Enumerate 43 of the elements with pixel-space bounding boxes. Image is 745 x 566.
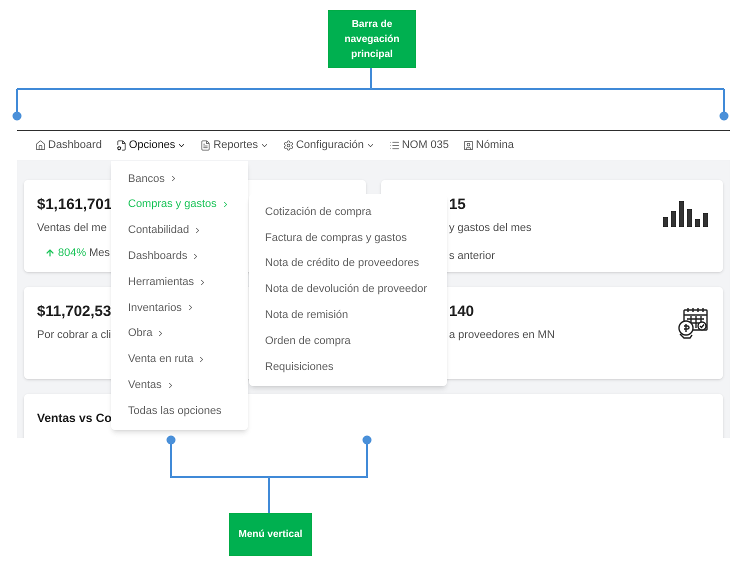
document-icon xyxy=(200,140,212,151)
menu-item[interactable]: Todas las opciones xyxy=(111,398,248,424)
submenu-item[interactable]: Nota de devolución de proveedor xyxy=(249,276,447,303)
stat-caption: a proveedores en MN xyxy=(449,328,555,343)
contact-card-icon xyxy=(462,140,474,151)
nav-item[interactable]: Nómina xyxy=(462,137,514,154)
menu-item[interactable]: Venta en ruta xyxy=(111,346,248,372)
bar-chart-icon xyxy=(663,199,709,227)
submenu-item[interactable]: Nota de crédito de proveedores xyxy=(249,250,447,277)
nav-item[interactable]: Dashboard xyxy=(35,137,102,154)
stat-caption: y gastos del mes xyxy=(449,221,532,236)
menu-item[interactable]: Ventas xyxy=(111,372,248,398)
submenu-item[interactable]: Factura de compras y gastos xyxy=(249,224,447,251)
menu-item[interactable]: Contabilidad xyxy=(111,218,248,244)
stat-caption: Por cobrar a cli xyxy=(37,328,112,343)
nav-item[interactable]: Opciones xyxy=(116,137,186,154)
menu-item[interactable]: Obra xyxy=(111,320,248,347)
card-title: Ventas vs Co xyxy=(37,411,112,425)
stat-note: s anterior xyxy=(449,248,496,264)
submenu-item[interactable]: Requisiciones xyxy=(249,354,447,380)
trend-label: Mes xyxy=(89,246,110,260)
trend-value: 804% xyxy=(58,246,86,260)
nav-item[interactable]: NOM 035 xyxy=(388,137,449,154)
callout-label: Barra de navegación principal xyxy=(328,10,416,68)
menu-item[interactable]: Inventarios xyxy=(111,294,248,321)
stat-amount: 15 xyxy=(449,195,467,215)
menu-item[interactable]: Bancos xyxy=(111,166,248,192)
stat-caption: Ventas del me xyxy=(37,221,108,236)
file-gear-icon xyxy=(116,140,127,151)
stat-amount: $11,702,53 xyxy=(37,302,112,322)
arrow-up-icon xyxy=(45,248,55,258)
settings-icon xyxy=(282,140,294,151)
stat-amount: $1,161,701 xyxy=(37,195,112,215)
submenu-item[interactable]: Nota de remisión xyxy=(249,302,447,328)
nav-item[interactable]: Configuración xyxy=(282,137,375,154)
submenu-item[interactable]: Orden de compra xyxy=(249,328,447,354)
stat-amount: 140 xyxy=(449,302,476,322)
menu-item[interactable]: Herramientas xyxy=(111,269,248,295)
menu-item[interactable]: Dashboards xyxy=(111,243,248,270)
nav-item[interactable]: Reportes xyxy=(200,137,269,154)
callout-label: Menú vertical xyxy=(229,513,312,556)
home-icon xyxy=(35,140,46,151)
submenu-item[interactable]: Cotización de compra xyxy=(249,199,447,225)
